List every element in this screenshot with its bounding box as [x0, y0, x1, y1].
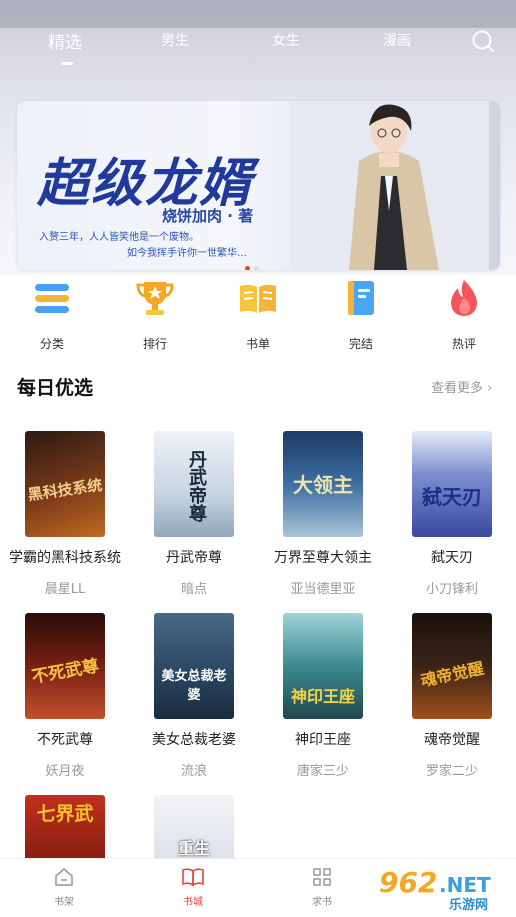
- shortcut-hot-reviews[interactable]: 热评: [434, 278, 494, 352]
- book-cover: 弑天刃: [412, 431, 492, 537]
- book-author: 亚当德里亚: [290, 582, 356, 597]
- book-card[interactable]: 弑天刃 弑天刃 小刀锋利: [387, 431, 516, 597]
- banner-character-illustration: [289, 101, 489, 270]
- section-title-daily-picks: 每日优选: [17, 377, 94, 399]
- book-author: 小刀锋利: [425, 582, 478, 597]
- book-title: 魂帝觉醒: [424, 732, 480, 748]
- cover-title: 不死武尊: [30, 656, 101, 688]
- category-shortcuts: 分类 排行 书单 完结 热评: [0, 278, 516, 352]
- book-card[interactable]: 大领主 万界至尊大领主 亚当德里亚: [258, 431, 388, 597]
- menu-icon: [35, 284, 69, 313]
- cover-title: 魂帝觉醒: [419, 658, 486, 691]
- tab-active-indicator: [61, 62, 73, 65]
- cover-title: 黑科技系统: [26, 475, 104, 505]
- nav-label: 书城: [183, 897, 203, 908]
- view-more-link[interactable]: 查看更多 ›: [431, 377, 492, 396]
- shortcut-categories[interactable]: 分类: [22, 278, 82, 352]
- nav-request-book[interactable]: 求书: [292, 867, 352, 908]
- shortcut-label: 完结: [348, 337, 373, 351]
- cover-title: 七界武: [36, 803, 94, 825]
- banner-tagline-2: 如今我挥手许你一世繁华…: [127, 248, 247, 259]
- banner-tagline-1: 入赘三年，人人皆笑他是一个废物。: [39, 232, 199, 243]
- cover-title: 美女总裁老婆: [161, 669, 227, 703]
- book-card[interactable]: 魂帝觉醒 魂帝觉醒 罗家二少: [387, 613, 516, 779]
- book-author: 妖月夜: [45, 764, 85, 779]
- banner-pagination: [245, 256, 263, 270]
- book-author: 罗家二少: [425, 764, 478, 779]
- tab-female[interactable]: 女生: [251, 30, 321, 50]
- book-title: 美女总裁老婆: [152, 732, 236, 748]
- svg-text:乐游网: 乐游网: [449, 897, 488, 912]
- grid-icon: [313, 868, 331, 886]
- book-title: 神印王座: [295, 732, 351, 748]
- trophy-icon: [136, 282, 174, 315]
- pagination-dot: [254, 266, 259, 270]
- cover-title: 大领主: [293, 473, 353, 497]
- nav-bookshelf[interactable]: 书架: [34, 867, 94, 908]
- book-author: 晨星LL: [44, 582, 86, 597]
- book-card[interactable]: 黑科技系统 学霸的黑科技系统 晨星LL: [0, 431, 130, 597]
- book-card[interactable]: 不死武尊 不死武尊 妖月夜: [0, 613, 130, 779]
- cover-title: 弑天刃: [422, 485, 482, 509]
- book-cover: 黑科技系统: [25, 431, 105, 537]
- flame-icon: [451, 280, 477, 316]
- book-cover: 丹武帝尊: [154, 431, 234, 537]
- book-author: 暗点: [180, 582, 207, 597]
- shortcut-booklists[interactable]: 书单: [228, 278, 288, 352]
- book-cover: 不死武尊: [25, 613, 105, 719]
- shortcut-label: 热评: [451, 337, 476, 351]
- open-book-icon: [240, 284, 276, 313]
- shortcut-label: 书单: [245, 337, 270, 351]
- svg-text:.NET: .NET: [439, 873, 491, 897]
- book-cover: 神印王座: [283, 613, 363, 719]
- pagination-dot-active: [245, 266, 250, 270]
- book-card[interactable]: 丹武帝尊 丹武帝尊 暗点: [129, 431, 259, 597]
- book-card[interactable]: 神印王座 神印王座 唐家三少: [258, 613, 388, 779]
- site-watermark-logo: 962 .NET 乐游网: [379, 866, 491, 912]
- book-author: 流浪: [180, 764, 207, 779]
- book-icon: [348, 281, 374, 315]
- channel-tabs: 精选 男生 女生 漫画: [0, 30, 516, 70]
- nav-label: 求书: [312, 897, 332, 908]
- book-title: 万界至尊大领主: [274, 550, 372, 566]
- home-icon: [55, 868, 73, 886]
- shortcut-label: 排行: [142, 337, 167, 351]
- cover-title: 重生: [177, 839, 210, 858]
- cover-title: 神印王座: [290, 687, 355, 706]
- nav-bookstore[interactable]: 书城: [163, 867, 223, 908]
- open-book-icon: [182, 868, 204, 887]
- status-bar: [0, 0, 516, 28]
- cover-title: 丹武帝尊: [186, 450, 207, 522]
- nav-label: 书架: [54, 897, 74, 908]
- search-icon[interactable]: [470, 28, 496, 54]
- shortcut-ranking[interactable]: 排行: [125, 278, 185, 352]
- tab-male[interactable]: 男生: [140, 30, 210, 50]
- book-title: 学霸的黑科技系统: [9, 550, 121, 566]
- tab-featured[interactable]: 精选: [30, 28, 100, 53]
- book-title: 不死武尊: [37, 732, 93, 748]
- book-cover: 魂帝觉醒: [412, 613, 492, 719]
- book-title: 弑天刃: [431, 550, 473, 566]
- book-card[interactable]: 美女总裁老婆 美女总裁老婆 流浪: [129, 613, 259, 779]
- banner-author: 烧饼加肉 · 著: [162, 207, 254, 225]
- book-cover: 美女总裁老婆: [154, 613, 234, 719]
- svg-text:962: 962: [379, 866, 437, 899]
- promo-banner[interactable]: 超级龙婿 烧饼加肉 · 著 入赘三年，人人皆笑他是一个废物。 如今我挥手许你一世…: [17, 101, 500, 270]
- shortcut-label: 分类: [39, 337, 64, 351]
- book-title: 丹武帝尊: [166, 550, 222, 566]
- shortcut-completed[interactable]: 完结: [331, 278, 391, 352]
- book-cover: 大领主: [283, 431, 363, 537]
- tab-comics[interactable]: 漫画: [362, 30, 432, 50]
- book-author: 唐家三少: [296, 764, 349, 779]
